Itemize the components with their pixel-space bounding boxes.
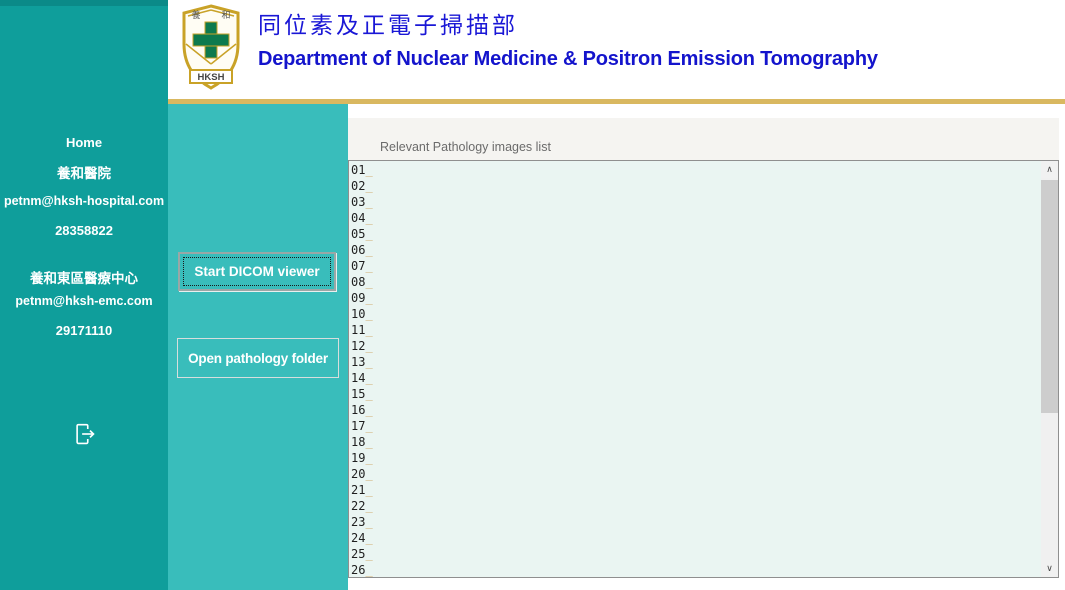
sidebar: Home 養和醫院 petnm@hksh-hospital.com 283588… xyxy=(0,0,168,590)
list-item[interactable]: 13_ xyxy=(351,354,1041,370)
chevron-down-icon: ∨ xyxy=(1046,563,1053,574)
svg-text:養: 養 xyxy=(191,9,200,20)
hospital2-email-link[interactable]: petnm@hksh-emc.com xyxy=(0,294,168,308)
list-item[interactable]: 25_ xyxy=(351,546,1041,562)
list-scrollbar[interactable]: ∧ ∨ xyxy=(1041,161,1058,577)
hospital1-email-link[interactable]: petnm@hksh-hospital.com xyxy=(0,194,168,208)
pathology-images-listbox[interactable]: 01_02_03_04_05_06_07_08_09_10_11_12_13_1… xyxy=(348,160,1059,578)
start-dicom-viewer-button[interactable]: Start DICOM viewer xyxy=(178,252,336,291)
list-item[interactable]: 16_ xyxy=(351,402,1041,418)
list-item[interactable]: 14_ xyxy=(351,370,1041,386)
list-item[interactable]: 15_ xyxy=(351,386,1041,402)
chevron-up-icon: ∧ xyxy=(1046,164,1053,175)
list-item[interactable]: 18_ xyxy=(351,434,1041,450)
hospital1-phone: 28358822 xyxy=(0,223,168,238)
main-content: Relevant Pathology images list 01_02_03_… xyxy=(348,104,1065,590)
list-item[interactable]: 11_ xyxy=(351,322,1041,338)
list-item[interactable]: 06_ xyxy=(351,242,1041,258)
scrollbar-thumb[interactable] xyxy=(1041,180,1058,413)
list-item[interactable]: 23_ xyxy=(351,514,1041,530)
scroll-up-button[interactable]: ∧ xyxy=(1041,161,1058,178)
app-window: Home 養和醫院 petnm@hksh-hospital.com 283588… xyxy=(0,0,1065,590)
list-item[interactable]: 19_ xyxy=(351,450,1041,466)
list-item[interactable]: 22_ xyxy=(351,498,1041,514)
svg-text:和: 和 xyxy=(221,10,230,20)
list-item[interactable]: 02_ xyxy=(351,178,1041,194)
list-item[interactable]: 26_ xyxy=(351,562,1041,577)
hospital2-phone: 29171110 xyxy=(0,323,168,338)
svg-text:HKSH: HKSH xyxy=(198,72,225,83)
open-pathology-folder-button[interactable]: Open pathology folder xyxy=(177,338,339,378)
hospital2-name: 養和東區醫療中心 xyxy=(0,267,168,287)
list-item[interactable]: 09_ xyxy=(351,290,1041,306)
scroll-down-button[interactable]: ∨ xyxy=(1041,560,1058,577)
hksh-logo-icon: 養 和 HKSH xyxy=(178,4,244,92)
list-item[interactable]: 12_ xyxy=(351,338,1041,354)
logout-button[interactable] xyxy=(0,418,168,455)
department-title-chinese: 同位素及正電子掃描部 xyxy=(258,6,518,40)
list-item[interactable]: 24_ xyxy=(351,530,1041,546)
department-title-english: Department of Nuclear Medicine & Positro… xyxy=(258,48,878,71)
list-item[interactable]: 10_ xyxy=(351,306,1041,322)
action-panel: Start DICOM viewer Open pathology folder xyxy=(168,104,348,590)
list-item[interactable]: 08_ xyxy=(351,274,1041,290)
pathology-list-label: Relevant Pathology images list xyxy=(380,140,551,154)
pathology-images-list: 01_02_03_04_05_06_07_08_09_10_11_12_13_1… xyxy=(349,161,1041,577)
sidebar-top-strip xyxy=(0,0,168,6)
list-item[interactable]: 07_ xyxy=(351,258,1041,274)
logout-icon xyxy=(69,418,99,455)
list-item[interactable]: 04_ xyxy=(351,210,1041,226)
list-item[interactable]: 05_ xyxy=(351,226,1041,242)
list-item[interactable]: 21_ xyxy=(351,482,1041,498)
list-item[interactable]: 20_ xyxy=(351,466,1041,482)
list-item[interactable]: 01_ xyxy=(351,162,1041,178)
list-item[interactable]: 17_ xyxy=(351,418,1041,434)
list-item[interactable]: 03_ xyxy=(351,194,1041,210)
list-label-band: Relevant Pathology images list xyxy=(348,118,1059,160)
sidebar-item-home[interactable]: Home xyxy=(0,135,168,150)
hospital1-name: 養和醫院 xyxy=(0,162,168,182)
page-header: 養 和 HKSH 同位素及正電子掃描部 Department of Nuclea… xyxy=(168,0,1065,99)
